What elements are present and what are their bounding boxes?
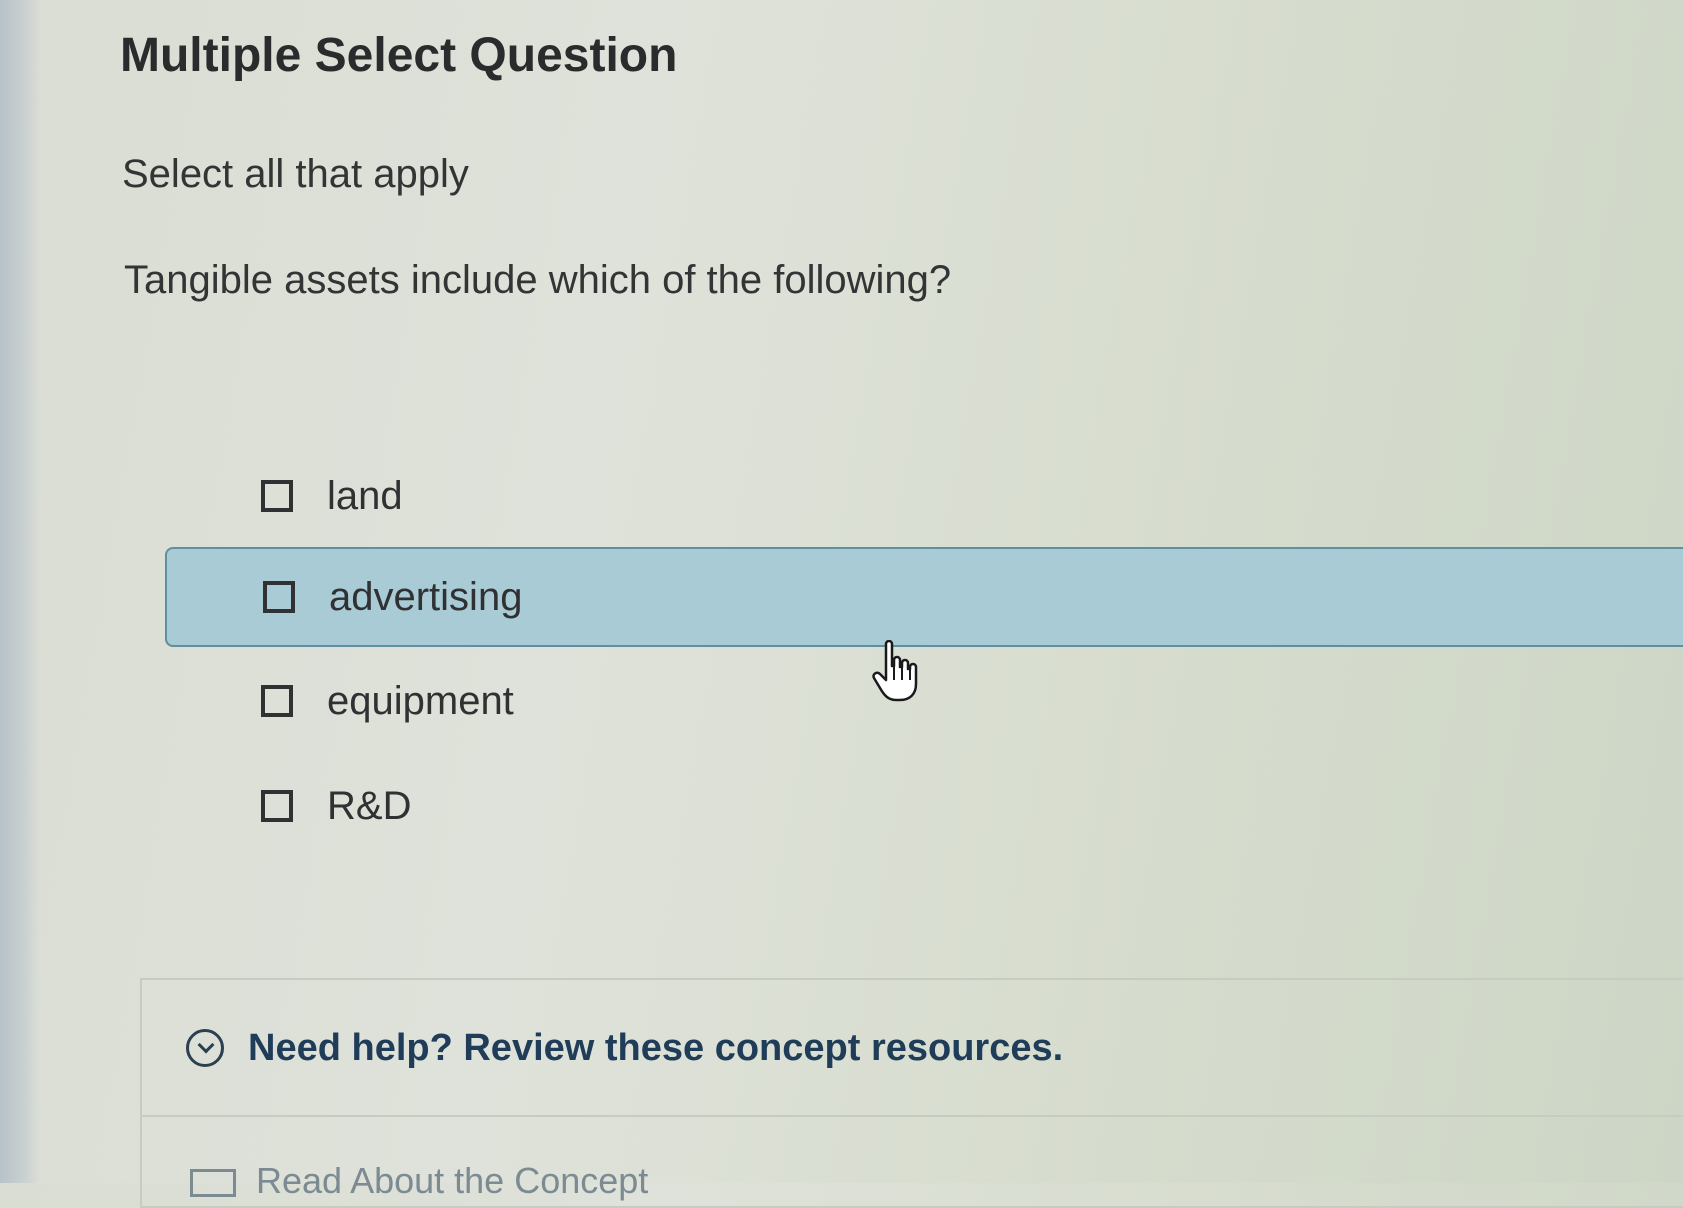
read-about-concept-link[interactable]: Read About the Concept — [190, 1160, 648, 1202]
checkbox[interactable] — [263, 581, 295, 613]
help-divider — [142, 1115, 1683, 1117]
help-toggle-label: Need help? Review these concept resource… — [248, 1026, 1064, 1069]
help-toggle-button[interactable]: Need help? Review these concept resource… — [186, 1026, 1063, 1070]
option-label: equipment — [327, 679, 514, 723]
resource-label: Read About the Concept — [256, 1160, 649, 1201]
option-label: advertising — [329, 575, 523, 619]
answer-option-advertising[interactable]: advertising — [165, 547, 1683, 647]
hand-pointer-cursor-icon — [872, 640, 918, 702]
checkbox[interactable] — [261, 685, 293, 717]
option-label: land — [327, 474, 403, 518]
page-title: Multiple Select Question — [120, 29, 678, 82]
checkbox[interactable] — [261, 480, 293, 512]
answer-option-equipment[interactable]: equipment — [165, 653, 1683, 753]
option-label: R&D — [327, 784, 412, 828]
left-edge-strip — [0, 0, 40, 1183]
book-icon — [190, 1169, 236, 1198]
chevron-down-circle-icon — [186, 1029, 224, 1067]
question-prompt: Tangible assets include which of the fol… — [124, 258, 952, 302]
answer-option-rd[interactable]: R&D — [165, 758, 1683, 858]
instruction-text: Select all that apply — [122, 152, 469, 196]
checkbox[interactable] — [261, 790, 293, 822]
answer-option-land[interactable]: land — [165, 448, 1683, 548]
